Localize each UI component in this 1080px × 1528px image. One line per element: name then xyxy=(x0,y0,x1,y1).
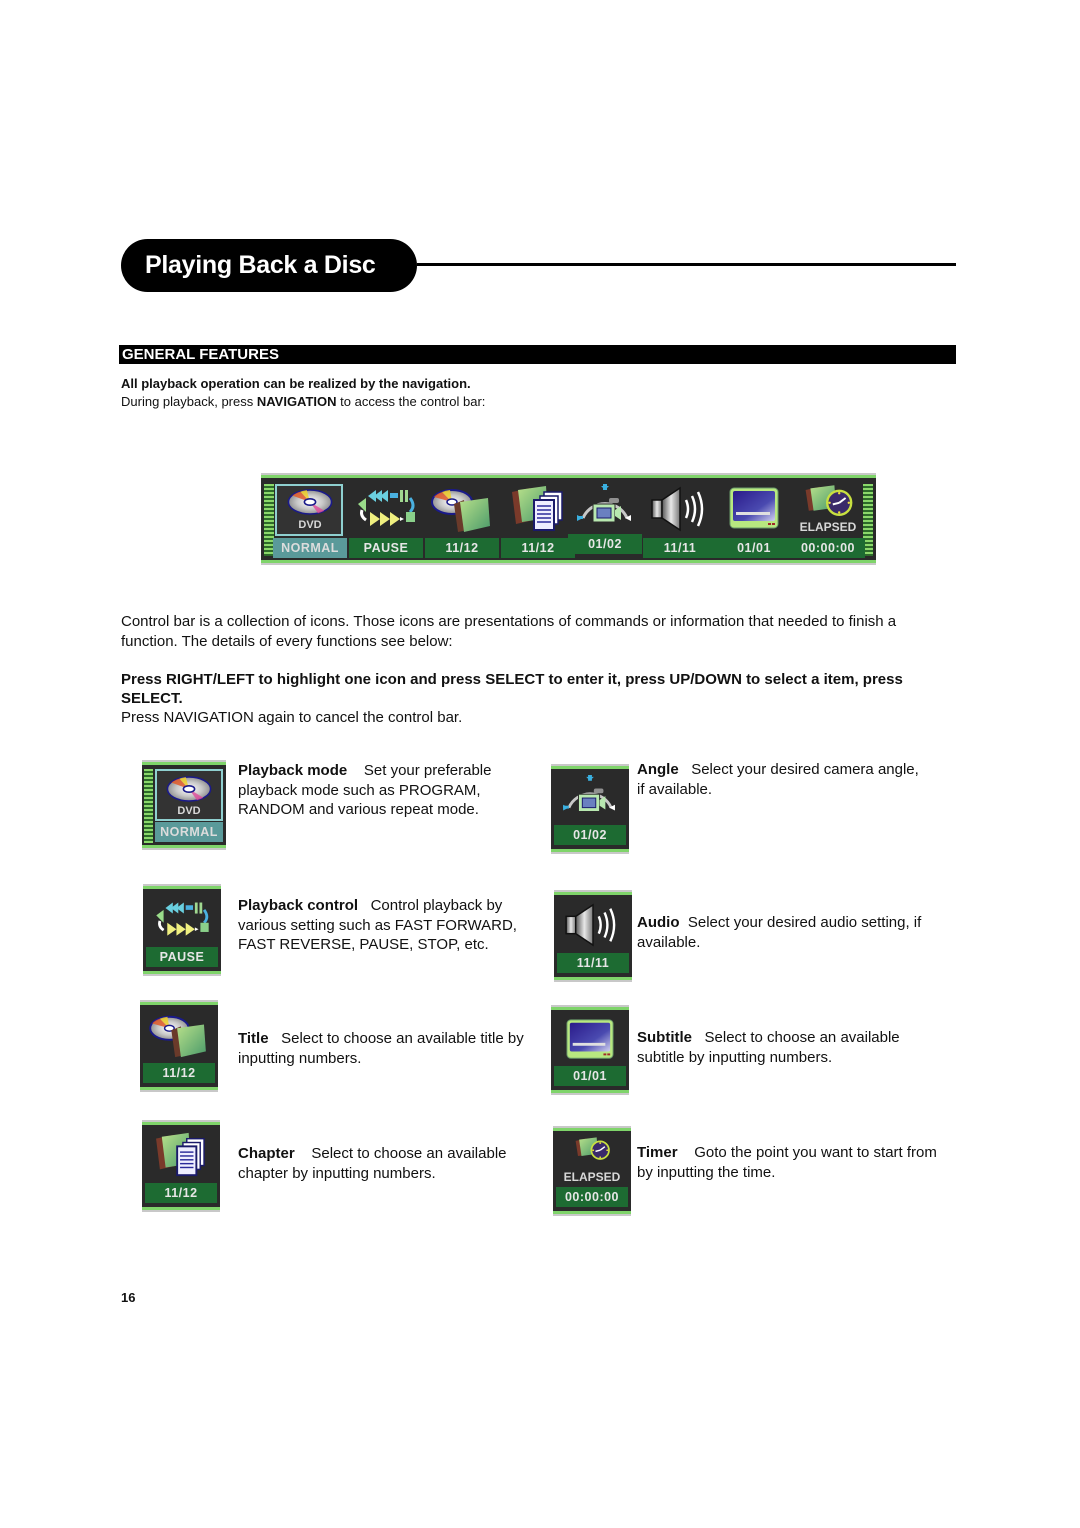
playback-control-icon xyxy=(356,488,417,528)
dvd-sublabel: DVD xyxy=(298,519,322,531)
navigation-instructions: Press RIGHT/LEFT to highlight one icon a… xyxy=(121,671,903,707)
subtitle-screen-icon xyxy=(566,1019,614,1059)
audio-text: Audio Select your desired audio setting,… xyxy=(637,913,927,952)
control-bar-description: Control bar is a collection of icons. Th… xyxy=(121,613,897,650)
elapsed-sublabel: ELAPSED xyxy=(563,1170,621,1184)
dvd-disc-icon xyxy=(166,776,212,802)
title-label: 11/12 xyxy=(143,1063,215,1083)
intro-key: NAVIGATION xyxy=(256,394,337,409)
chapter-label: 11/12 xyxy=(145,1183,217,1203)
title-rule xyxy=(417,263,956,266)
playback-control-icon xyxy=(154,900,211,938)
subsection-heading: GENERAL FEATURES xyxy=(119,345,956,364)
intro-suffix: to access the control bar: xyxy=(336,394,486,409)
audio-label: 11/11 xyxy=(557,953,629,973)
chapter-text: Chapter Select to choose an available ch… xyxy=(238,1144,538,1183)
title-label: 11/12 xyxy=(425,538,499,558)
playback-mode-text: Playback mode Set your preferable playba… xyxy=(238,761,538,820)
timer-label: 00:00:00 xyxy=(791,538,865,558)
feature-name: Title xyxy=(238,1030,269,1047)
feature-desc: Goto the point you want to start from by… xyxy=(637,1144,937,1181)
feature-desc: Select to choose an available title by i… xyxy=(238,1030,524,1067)
angle-label: 01/02 xyxy=(554,825,626,845)
tile-stripes xyxy=(144,769,153,843)
mode-label: NORMAL xyxy=(273,538,347,558)
subtitle-screen-icon xyxy=(729,487,779,529)
angle-icon-tile: 01/02 xyxy=(551,766,629,852)
feature-name: Angle xyxy=(637,761,679,778)
control-bar-title[interactable]: 11/12 xyxy=(425,482,499,560)
title-disc-folder-icon xyxy=(430,488,492,534)
dvd-sublabel: DVD xyxy=(177,805,201,817)
angle-label: 01/02 xyxy=(568,534,642,554)
feature-name: Chapter xyxy=(238,1145,295,1162)
title-disc-folder-icon xyxy=(149,1015,207,1059)
playback-mode-icon-tile: DVD NORMAL xyxy=(142,762,226,848)
timer-icon-tile: ELAPSED 00:00:00 xyxy=(553,1128,631,1214)
speaker-audio-icon xyxy=(650,486,704,532)
subtitle-icon-tile: 01/01 xyxy=(551,1007,629,1093)
camera-angle-icon xyxy=(575,484,633,524)
page-number: 16 xyxy=(121,1290,136,1305)
control-bar-timer[interactable]: ELAPSED 00:00:00 xyxy=(791,482,865,560)
control-bar-angle[interactable]: 01/02 xyxy=(568,482,642,560)
pause-label: PAUSE xyxy=(146,947,218,967)
timer-clock-icon xyxy=(574,1136,611,1161)
intro-prefix: During playback, press xyxy=(121,394,257,409)
mode-label: NORMAL xyxy=(155,822,223,842)
feature-name: Subtitle xyxy=(637,1029,692,1046)
control-bar-subtitle[interactable]: 01/01 xyxy=(717,482,791,560)
feature-desc: Select your desired camera angle, if ava… xyxy=(637,761,919,798)
feature-name: Audio xyxy=(637,914,680,931)
timer-text: Timer Goto the point you want to start f… xyxy=(637,1143,937,1182)
feature-name: Playback control xyxy=(238,897,359,914)
feature-desc: Select your desired audio setting, if av… xyxy=(637,914,922,951)
control-bar-audio[interactable]: 11/11 xyxy=(643,482,717,560)
chapter-label: 11/12 xyxy=(501,538,575,558)
control-bar-playback-control[interactable]: PAUSE xyxy=(349,482,423,560)
intro-line: During playback, press NAVIGATION to acc… xyxy=(121,394,485,409)
audio-icon-tile: 11/11 xyxy=(554,892,632,980)
chapter-icon-tile: 11/12 xyxy=(142,1122,220,1210)
cancel-instruction: Press NAVIGATION again to cancel the con… xyxy=(121,709,463,726)
speaker-audio-icon xyxy=(564,903,616,947)
title-text: Title Select to choose an available titl… xyxy=(238,1029,538,1068)
pause-label: PAUSE xyxy=(349,538,423,558)
audio-label: 11/11 xyxy=(643,538,717,558)
elapsed-sublabel: ELAPSED xyxy=(799,520,857,534)
subtitle-text: Subtitle Select to choose an available s… xyxy=(637,1028,937,1067)
camera-angle-icon xyxy=(561,775,617,814)
title-icon-tile: 11/12 xyxy=(140,1002,218,1090)
chapter-pages-icon xyxy=(510,484,564,532)
intro-bold-line: All playback operation can be realized b… xyxy=(121,376,471,391)
playback-control-icon-tile: PAUSE xyxy=(143,886,221,974)
subtitle-label: 01/01 xyxy=(717,538,791,558)
section-title: Playing Back a Disc xyxy=(121,239,417,292)
feature-name: Playback mode xyxy=(238,762,348,779)
control-bar-playback-mode[interactable]: DVD NORMAL xyxy=(273,482,347,560)
playback-control-text: Playback control Control playback by var… xyxy=(238,896,533,955)
subtitle-label: 01/01 xyxy=(554,1066,626,1086)
timer-label: 00:00:00 xyxy=(556,1187,628,1207)
feature-name: Timer xyxy=(637,1144,678,1161)
chapter-pages-icon xyxy=(155,1131,206,1177)
control-bar: DVD NORMAL PAUSE 11/12 11/12 01/02 11/11… xyxy=(261,475,876,563)
control-bar-chapter[interactable]: 11/12 xyxy=(501,482,575,560)
angle-text: Angle Select your desired camera angle, … xyxy=(637,760,927,799)
